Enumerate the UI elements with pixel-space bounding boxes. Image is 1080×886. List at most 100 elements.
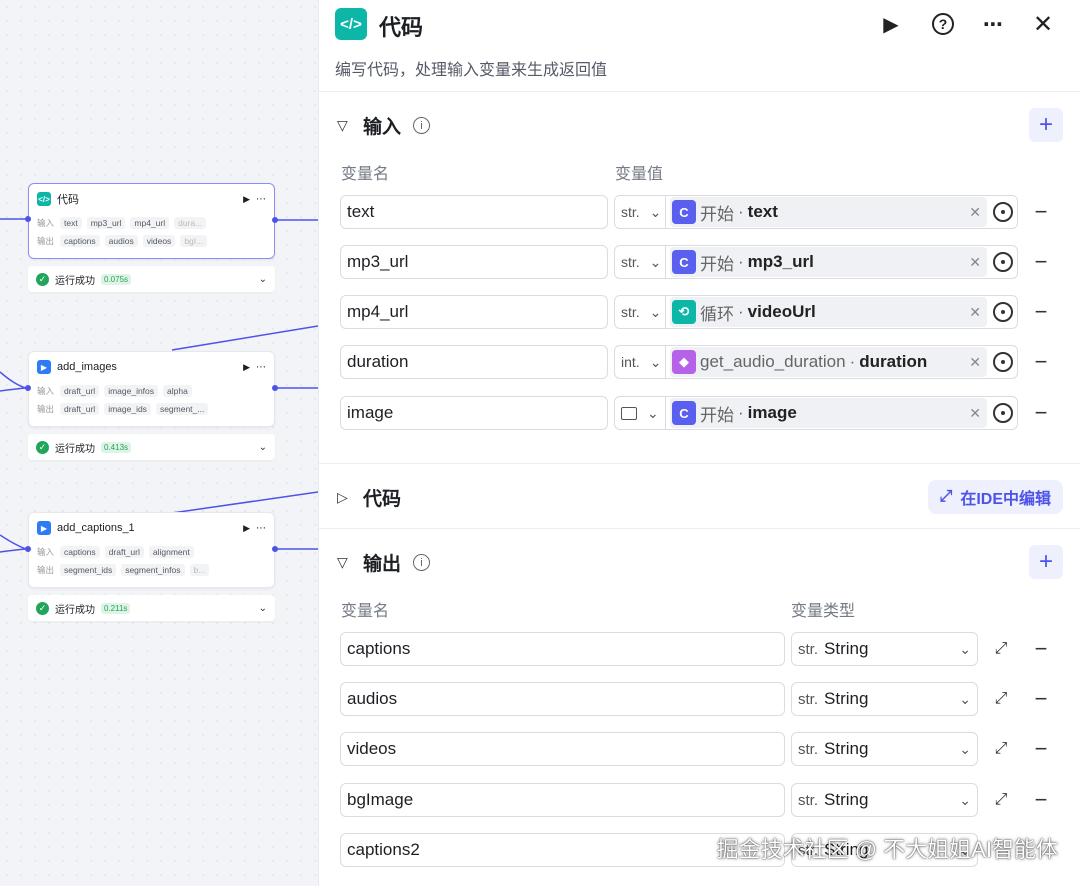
remove-row-button[interactable]: − xyxy=(1031,199,1051,224)
close-icon[interactable]: ✕ xyxy=(1029,10,1057,38)
chevron-down-icon: ⌄ xyxy=(649,203,662,220)
run-icon[interactable]: ▶ xyxy=(877,10,905,38)
add-output-button[interactable]: + xyxy=(1029,545,1063,579)
type-prefix: str. xyxy=(798,740,819,758)
more-icon[interactable]: ⋯ xyxy=(256,194,266,205)
node-status[interactable]: ✓ 运行成功 0.413s ⌄ xyxy=(28,434,275,460)
output-port[interactable] xyxy=(272,217,278,223)
add-input-button[interactable]: + xyxy=(1029,108,1063,142)
expand-icon[interactable]: ⤢ xyxy=(991,739,1011,759)
input-port[interactable] xyxy=(25,216,31,222)
variable-ref[interactable]: ⟲ 循环 · videoUrl ✕ xyxy=(666,295,1018,329)
remove-row-button[interactable]: − xyxy=(1031,400,1051,425)
target-icon[interactable] xyxy=(993,252,1013,272)
target-icon[interactable] xyxy=(993,403,1013,423)
remove-row-button[interactable]: − xyxy=(1031,686,1051,711)
variable-name-input[interactable]: text xyxy=(340,195,608,229)
node-title: 代码 xyxy=(57,194,79,206)
panel-description[interactable]: 编写代码，处理输入变量来生成返回值 xyxy=(335,56,607,80)
output-port[interactable] xyxy=(272,385,278,391)
chevron-down-icon[interactable]: ⌄ xyxy=(259,442,267,453)
edit-in-ide-button[interactable]: ⤢ 在IDE中编辑 xyxy=(927,480,1063,514)
check-icon: ✓ xyxy=(36,601,49,615)
row-label: 输入 xyxy=(37,547,55,557)
workflow-node-add-images[interactable]: ▶ add_images ▶ ⋯ 输入 draft_url image_info… xyxy=(28,351,275,427)
status-time: 0.413s xyxy=(101,441,132,453)
run-icon[interactable]: ▶ xyxy=(243,523,250,534)
variable-name-input[interactable]: bgImage xyxy=(340,783,785,817)
type-select[interactable]: str. ⌄ xyxy=(614,295,666,329)
node-status[interactable]: ✓ 运行成功 0.075s ⌄ xyxy=(28,266,275,292)
remove-row-button[interactable]: − xyxy=(1031,249,1051,274)
expand-icon[interactable]: ⤢ xyxy=(991,689,1011,709)
info-icon[interactable]: i xyxy=(413,117,431,134)
clear-icon[interactable]: ✕ xyxy=(969,405,981,422)
type-select[interactable]: str. String ⌄ xyxy=(791,732,978,766)
run-icon[interactable]: ▶ xyxy=(243,362,250,373)
variable-ref[interactable]: C 开始 · mp3_url ✕ xyxy=(666,245,1018,279)
variable-ref[interactable]: ◆ get_audio_duration · duration ✕ xyxy=(666,345,1018,379)
clear-icon[interactable]: ✕ xyxy=(969,254,981,271)
clear-icon[interactable]: ✕ xyxy=(969,204,981,221)
remove-row-button[interactable]: − xyxy=(1031,299,1051,324)
target-icon[interactable] xyxy=(993,302,1013,322)
type-select[interactable]: str. ⌄ xyxy=(614,245,666,279)
column-header-type: 变量类型 xyxy=(791,603,856,620)
variable-name-input[interactable]: videos xyxy=(340,732,785,766)
clear-icon[interactable]: ✕ xyxy=(969,304,981,321)
type-select[interactable]: ⌄ xyxy=(614,396,666,430)
variable-name-input[interactable]: mp4_url xyxy=(340,295,608,329)
expand-icon[interactable]: ⤢ xyxy=(991,639,1011,659)
input-section-header[interactable]: ▽ 输入 i xyxy=(337,112,431,139)
node-status[interactable]: ✓ 运行成功 0.211s ⌄ xyxy=(28,595,275,621)
input-port[interactable] xyxy=(25,385,31,391)
panel-title[interactable]: 代码 xyxy=(379,10,423,42)
tag: audios xyxy=(104,235,138,247)
type-select[interactable]: str. String ⌄ xyxy=(791,682,978,716)
run-icon[interactable]: ▶ xyxy=(243,194,250,205)
remove-row-button[interactable]: − xyxy=(1031,349,1051,374)
type-select[interactable]: str. String ⌄ xyxy=(791,783,978,817)
output-section-header[interactable]: ▽ 输出 i xyxy=(337,549,431,576)
tag: mp4_url xyxy=(130,217,170,229)
input-port[interactable] xyxy=(25,546,31,552)
remove-row-button[interactable]: − xyxy=(1031,787,1051,812)
clear-icon[interactable]: ✕ xyxy=(969,354,981,371)
remove-row-button[interactable]: − xyxy=(1031,736,1051,761)
chevron-down-icon[interactable]: ▽ xyxy=(337,554,351,571)
variable-name-input[interactable]: audios xyxy=(340,682,785,716)
chevron-down-icon[interactable]: ⌄ xyxy=(259,603,267,614)
plugin-icon: ▶ xyxy=(37,360,51,374)
variable-name-input[interactable]: image xyxy=(340,396,608,430)
image-type-icon xyxy=(621,406,637,420)
chevron-down-icon[interactable]: ⌄ xyxy=(259,274,267,285)
variable-name-input[interactable]: duration xyxy=(340,345,608,379)
workflow-node-code[interactable]: </> 代码 ▶ ⋯ 输入 text mp3_url mp4_url dura.… xyxy=(28,183,275,259)
expand-icon[interactable]: ⤢ xyxy=(991,790,1011,810)
tag: alpha xyxy=(163,385,192,397)
workflow-node-add-captions[interactable]: ▶ add_captions_1 ▶ ⋯ 输入 captions draft_u… xyxy=(28,512,275,588)
more-icon[interactable]: ⋯ xyxy=(256,523,266,534)
target-icon[interactable] xyxy=(993,202,1013,222)
chevron-right-icon[interactable]: ▷ xyxy=(337,489,351,506)
help-icon[interactable]: ? xyxy=(929,10,957,38)
tag: dura... xyxy=(174,217,207,229)
tag: segment_... xyxy=(155,403,209,415)
info-icon[interactable]: i xyxy=(413,554,431,571)
type-select[interactable]: int. ⌄ xyxy=(614,345,666,379)
chevron-down-icon[interactable]: ▽ xyxy=(337,117,351,134)
more-icon[interactable]: ⋯ xyxy=(256,362,266,373)
type-select[interactable]: str. String ⌄ xyxy=(791,632,978,666)
remove-row-button[interactable]: − xyxy=(1031,636,1051,661)
tag: b... xyxy=(189,564,210,576)
workflow-canvas[interactable]: </> 代码 ▶ ⋯ 输入 text mp3_url mp4_url dura.… xyxy=(0,0,318,886)
target-icon[interactable] xyxy=(993,352,1013,372)
variable-ref[interactable]: C 开始 · image ✕ xyxy=(666,396,1018,430)
code-section-header[interactable]: ▷ 代码 xyxy=(337,484,401,511)
output-port[interactable] xyxy=(272,546,278,552)
more-icon[interactable]: ⋯ xyxy=(979,10,1007,38)
variable-ref[interactable]: C 开始 · text ✕ xyxy=(666,195,1018,229)
type-select[interactable]: str. ⌄ xyxy=(614,195,666,229)
variable-name-input[interactable]: captions xyxy=(340,632,785,666)
variable-name-input[interactable]: mp3_url xyxy=(340,245,608,279)
